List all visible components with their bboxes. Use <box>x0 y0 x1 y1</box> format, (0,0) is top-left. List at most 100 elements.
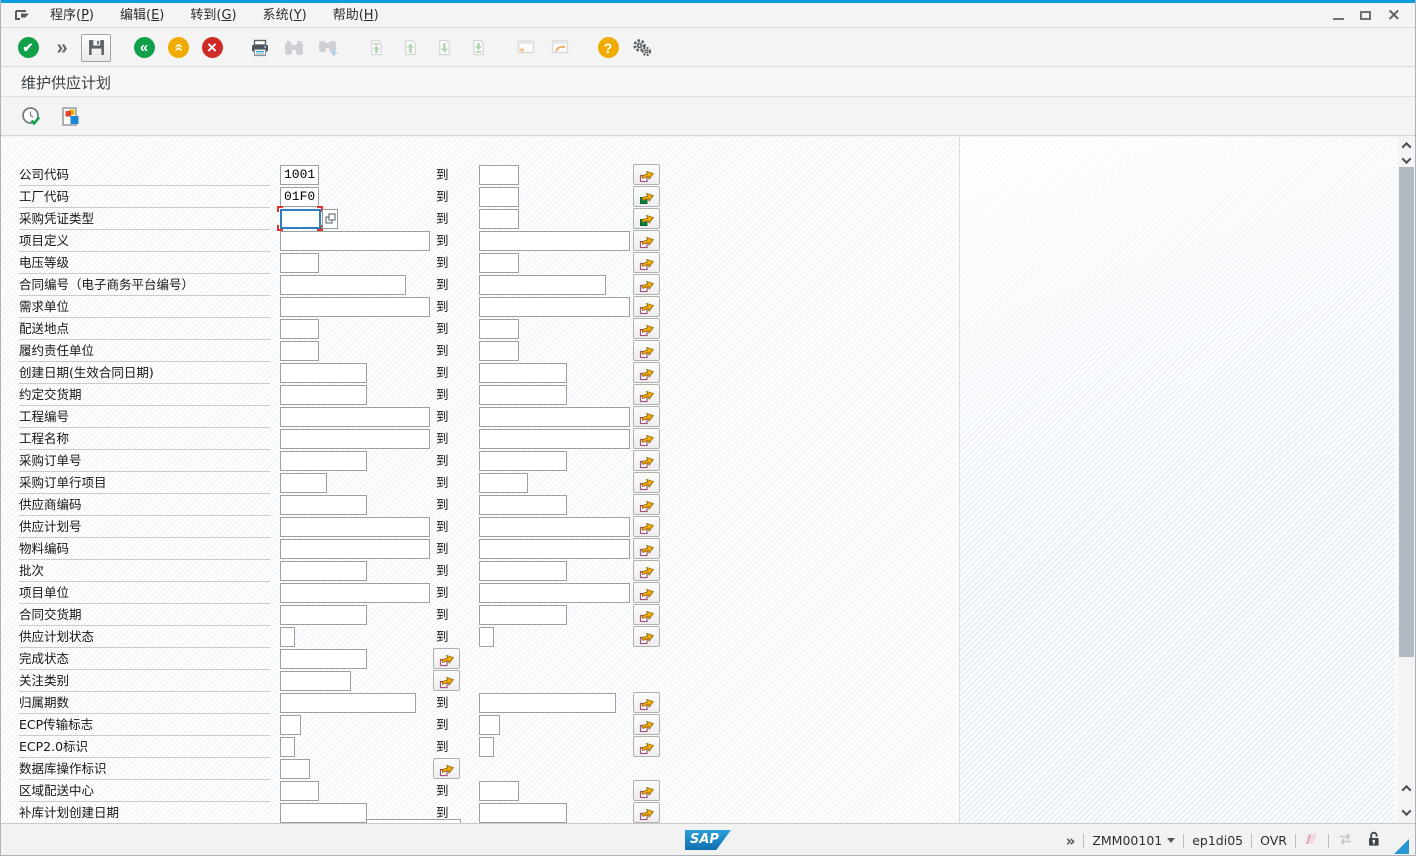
input-to[interactable] <box>479 209 519 229</box>
input-from[interactable] <box>280 539 430 559</box>
input-to[interactable] <box>479 561 567 581</box>
minimize-button[interactable] <box>1333 17 1344 20</box>
input-to[interactable] <box>479 605 567 625</box>
input-to[interactable] <box>479 429 630 449</box>
input-from[interactable] <box>280 583 430 603</box>
input-from[interactable] <box>280 429 430 449</box>
scroll-up-button[interactable] <box>1398 138 1415 152</box>
get-variant-button[interactable] <box>57 102 87 132</box>
menu-y[interactable]: 系统(Y) <box>250 3 320 28</box>
input-to[interactable] <box>479 275 606 295</box>
multiple-selection-button[interactable] <box>633 406 660 427</box>
multiple-selection-button[interactable] <box>633 340 660 361</box>
multiple-selection-button[interactable] <box>633 582 660 603</box>
input-to[interactable] <box>479 715 500 735</box>
input-from[interactable] <box>280 781 319 801</box>
input-from[interactable] <box>280 253 319 273</box>
input-to[interactable] <box>479 253 519 273</box>
help-button[interactable]: ? <box>593 33 623 63</box>
input-from[interactable] <box>280 319 319 339</box>
multiple-selection-button[interactable] <box>633 604 660 625</box>
multiple-selection-button[interactable] <box>633 296 660 317</box>
menu-p[interactable]: 程序(P) <box>37 3 107 28</box>
input-from[interactable] <box>280 627 295 647</box>
multiple-selection-button[interactable] <box>633 472 660 493</box>
multiple-selection-button[interactable] <box>633 736 660 757</box>
input-to[interactable] <box>479 231 630 251</box>
possible-entries-button[interactable] <box>322 209 338 229</box>
multiple-selection-button[interactable] <box>633 274 660 295</box>
input-to[interactable] <box>479 451 567 471</box>
maximize-button[interactable] <box>1360 11 1371 20</box>
input-from[interactable] <box>280 517 430 537</box>
multiple-selection-button[interactable] <box>633 802 660 823</box>
scrollbar-thumb[interactable] <box>1399 167 1414 657</box>
input-to[interactable] <box>479 165 519 185</box>
input-from[interactable] <box>280 715 301 735</box>
input-to[interactable] <box>479 495 567 515</box>
input-to[interactable] <box>479 473 528 493</box>
input-from[interactable] <box>280 231 430 251</box>
multiple-selection-button[interactable] <box>633 692 660 713</box>
input-to[interactable] <box>479 803 567 823</box>
exit-button[interactable]: » <box>163 33 193 63</box>
transaction-selector[interactable]: ZMM00101 <box>1092 833 1175 848</box>
scroll-down-button-bottom[interactable] <box>1398 805 1415 819</box>
multiple-selection-button[interactable] <box>633 450 660 471</box>
input-to[interactable] <box>479 539 630 559</box>
input-to[interactable] <box>479 693 616 713</box>
close-button[interactable]: × <box>1387 8 1401 22</box>
input-from[interactable] <box>280 737 295 757</box>
lock-icon[interactable] <box>1366 830 1382 851</box>
continue-enter-button[interactable]: ✔ <box>13 33 43 63</box>
input-to[interactable] <box>479 781 519 801</box>
input-to[interactable] <box>479 363 567 383</box>
input-from[interactable] <box>280 605 367 625</box>
multiple-selection-button[interactable] <box>633 780 660 801</box>
menu-h[interactable]: 帮助(H) <box>320 3 392 28</box>
save-button[interactable] <box>81 34 111 62</box>
more-button[interactable]: » <box>47 33 77 63</box>
input-to[interactable] <box>479 297 630 317</box>
input-from[interactable] <box>280 385 367 405</box>
input-from[interactable] <box>280 759 310 779</box>
input-from[interactable] <box>280 671 351 691</box>
input-from[interactable] <box>280 693 416 713</box>
multiple-selection-button[interactable] <box>633 714 660 735</box>
multiple-selection-button[interactable] <box>633 538 660 559</box>
input-from[interactable] <box>280 561 367 581</box>
multiple-selection-button[interactable] <box>633 626 660 647</box>
multiple-selection-button[interactable] <box>633 516 660 537</box>
input-from[interactable] <box>280 275 406 295</box>
resize-corner[interactable] <box>1394 839 1409 854</box>
input-from[interactable] <box>280 495 367 515</box>
multiple-selection-button[interactable] <box>633 164 660 185</box>
insert-mode-indicator[interactable]: OVR <box>1260 833 1287 848</box>
input-from[interactable] <box>280 341 319 361</box>
scroll-up-button-bottom[interactable] <box>1398 781 1415 795</box>
multiple-selection-button[interactable] <box>433 670 460 691</box>
input-from[interactable] <box>280 803 367 823</box>
input-from[interactable] <box>280 297 430 317</box>
multiple-selection-button[interactable] <box>633 384 660 405</box>
input-to[interactable] <box>479 517 630 537</box>
input-from[interactable] <box>280 407 430 427</box>
multiple-selection-button[interactable] <box>633 186 660 207</box>
multiple-selection-button[interactable] <box>633 362 660 383</box>
input-from[interactable] <box>280 473 327 493</box>
status-expand-icon[interactable]: » <box>1066 832 1076 850</box>
execute-button[interactable] <box>17 102 47 132</box>
back-button[interactable]: « <box>129 33 159 63</box>
scrollbar-track[interactable] <box>1398 137 1415 823</box>
input-to[interactable] <box>479 737 494 757</box>
input-from[interactable]: 01F0 <box>280 187 319 207</box>
input-from[interactable] <box>280 451 367 471</box>
input-to[interactable] <box>479 583 630 603</box>
input-to[interactable] <box>479 319 519 339</box>
scroll-down-button[interactable] <box>1398 153 1415 167</box>
menu-g[interactable]: 转到(G) <box>177 3 249 28</box>
multiple-selection-button[interactable] <box>633 494 660 515</box>
input-from[interactable] <box>280 363 367 383</box>
input-to[interactable] <box>479 187 519 207</box>
menu-e[interactable]: 编辑(E) <box>107 3 177 28</box>
